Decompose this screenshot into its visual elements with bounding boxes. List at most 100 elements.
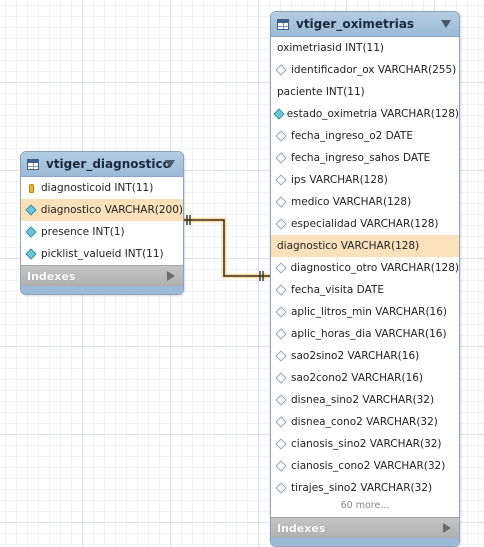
column-label: presence INT(1) <box>41 226 125 238</box>
nullable-column-icon <box>275 284 287 296</box>
column-label: disnea_cono2 VARCHAR(32) <box>291 416 438 428</box>
not-null-column-icon-slot <box>273 108 285 120</box>
entity-footer <box>21 286 183 294</box>
expand-indexes-icon[interactable] <box>167 271 175 281</box>
column-label: estado_oximetria VARCHAR(128) <box>286 108 459 120</box>
not-null-column-icon-slot <box>24 226 38 238</box>
column-label: fecha_visita DATE <box>291 284 384 296</box>
nullable-column-icon-slot <box>274 482 288 494</box>
nullable-column-icon-slot <box>274 174 288 186</box>
entity-vtiger-diagnostico[interactable]: vtiger_diagnostico diagnosticoid INT(11)… <box>20 151 184 295</box>
column-row[interactable]: sao2cono2 VARCHAR(16) <box>271 367 459 389</box>
nullable-column-icon-slot <box>274 218 288 230</box>
nullable-column-icon <box>275 460 287 472</box>
column-row[interactable]: paciente INT(11) <box>271 81 459 103</box>
column-label: diagnostico_otro VARCHAR(128) <box>290 262 459 274</box>
nullable-column-icon-slot <box>274 64 288 76</box>
column-row[interactable]: especialidad VARCHAR(128) <box>271 213 459 235</box>
column-label: diagnosticoid INT(11) <box>41 182 154 194</box>
collapse-toggle-icon[interactable] <box>165 160 175 168</box>
indexes-section[interactable]: Indexes <box>21 265 183 286</box>
column-label: especialidad VARCHAR(128) <box>291 218 439 230</box>
expand-indexes-icon[interactable] <box>443 523 451 533</box>
column-label: cianosis_sino2 VARCHAR(32) <box>291 438 442 450</box>
indexes-section[interactable]: Indexes <box>271 517 459 538</box>
column-row[interactable]: medico VARCHAR(128) <box>271 191 459 213</box>
column-row[interactable]: cianosis_sino2 VARCHAR(32) <box>271 433 459 455</box>
column-row[interactable]: sao2sino2 VARCHAR(16) <box>271 345 459 367</box>
column-label: aplic_horas_dia VARCHAR(16) <box>291 328 447 340</box>
column-row[interactable]: fecha_ingreso_sahos DATE <box>271 147 459 169</box>
column-row[interactable]: ips VARCHAR(128) <box>271 169 459 191</box>
nullable-column-icon <box>275 416 287 428</box>
nullable-column-icon <box>275 350 287 362</box>
column-row[interactable]: oximetriasid INT(11) <box>271 37 459 59</box>
column-row[interactable]: fecha_visita DATE <box>271 279 459 301</box>
column-row[interactable]: aplic_litros_min VARCHAR(16) <box>271 301 459 323</box>
primary-key-icon-slot <box>24 183 38 193</box>
column-row[interactable]: disnea_sino2 VARCHAR(32) <box>271 389 459 411</box>
column-label: disnea_sino2 VARCHAR(32) <box>291 394 435 406</box>
entity-title: vtiger_diagnostico <box>46 157 171 171</box>
column-row[interactable]: diagnosticoid INT(11) <box>21 177 183 199</box>
column-row[interactable]: presence INT(1) <box>21 221 183 243</box>
nullable-column-icon <box>275 328 287 340</box>
column-row[interactable]: picklist_valueid INT(11) <box>21 243 183 265</box>
nullable-column-icon-slot <box>274 350 288 362</box>
entity-header[interactable]: vtiger_diagnostico <box>21 152 183 177</box>
column-label: identificador_ox VARCHAR(255) <box>291 64 457 76</box>
nullable-column-icon <box>275 438 287 450</box>
column-label: fecha_ingreso_sahos DATE <box>291 152 431 164</box>
column-row[interactable]: diagnostico VARCHAR(200) <box>21 199 183 221</box>
column-label: tirajes_sino2 VARCHAR(32) <box>291 482 433 494</box>
column-label: medico VARCHAR(128) <box>291 196 412 208</box>
indexes-label: Indexes <box>27 269 76 283</box>
column-row[interactable]: fecha_ingreso_o2 DATE <box>271 125 459 147</box>
entity-header[interactable]: vtiger_oximetrias <box>271 12 459 37</box>
nullable-column-icon <box>275 394 287 406</box>
column-label: diagnostico VARCHAR(128) <box>277 240 420 252</box>
column-label: ips VARCHAR(128) <box>291 174 388 186</box>
nullable-column-icon <box>275 196 287 208</box>
entity-vtiger-oximetrias[interactable]: vtiger_oximetrias oximetriasid INT(11) id… <box>270 11 460 547</box>
column-row[interactable]: identificador_ox VARCHAR(255) <box>271 59 459 81</box>
column-label: oximetriasid INT(11) <box>277 42 385 54</box>
not-null-column-icon <box>25 248 37 260</box>
nullable-column-icon-slot <box>274 438 288 450</box>
nullable-column-icon <box>275 482 287 494</box>
nullable-column-icon-slot <box>274 306 288 318</box>
collapse-toggle-icon[interactable] <box>441 20 451 28</box>
column-row[interactable]: diagnostico VARCHAR(128) <box>271 235 459 257</box>
nullable-column-icon-slot <box>274 416 288 428</box>
column-list: diagnosticoid INT(11) diagnostico VARCHAR… <box>21 177 183 265</box>
nullable-column-icon <box>275 174 287 186</box>
column-label: fecha_ingreso_o2 DATE <box>291 130 413 142</box>
nullable-column-icon-slot <box>274 372 288 384</box>
nullable-column-icon <box>275 372 287 384</box>
column-label: diagnostico VARCHAR(200) <box>40 204 183 216</box>
table-icon <box>27 158 39 170</box>
column-label: picklist_valueid INT(11) <box>41 248 164 260</box>
nullable-column-icon-slot <box>274 130 288 142</box>
nullable-column-icon-slot <box>274 196 288 208</box>
column-row[interactable]: aplic_horas_dia VARCHAR(16) <box>271 323 459 345</box>
not-null-column-icon-slot <box>24 248 38 260</box>
more-columns-label[interactable]: 60 more... <box>271 499 459 517</box>
column-row[interactable]: cianosis_cono2 VARCHAR(32) <box>271 455 459 477</box>
column-label: sao2cono2 VARCHAR(16) <box>291 372 424 384</box>
column-row[interactable]: estado_oximetria VARCHAR(128) <box>271 103 459 125</box>
column-row[interactable]: disnea_cono2 VARCHAR(32) <box>271 411 459 433</box>
entity-title: vtiger_oximetrias <box>296 17 415 31</box>
column-label: paciente INT(11) <box>277 86 365 98</box>
nullable-column-icon <box>275 152 287 164</box>
nullable-column-icon <box>275 262 287 274</box>
nullable-column-icon-slot <box>274 262 287 274</box>
nullable-column-icon-slot <box>274 460 288 472</box>
not-null-column-icon <box>25 226 37 238</box>
column-row[interactable]: diagnostico_otro VARCHAR(128) <box>271 257 459 279</box>
not-null-column-icon-slot <box>24 204 38 216</box>
column-row[interactable]: tirajes_sino2 VARCHAR(32) <box>271 477 459 499</box>
primary-key-icon <box>28 183 34 193</box>
nullable-column-icon-slot <box>274 284 288 296</box>
column-label: aplic_litros_min VARCHAR(16) <box>291 306 448 318</box>
